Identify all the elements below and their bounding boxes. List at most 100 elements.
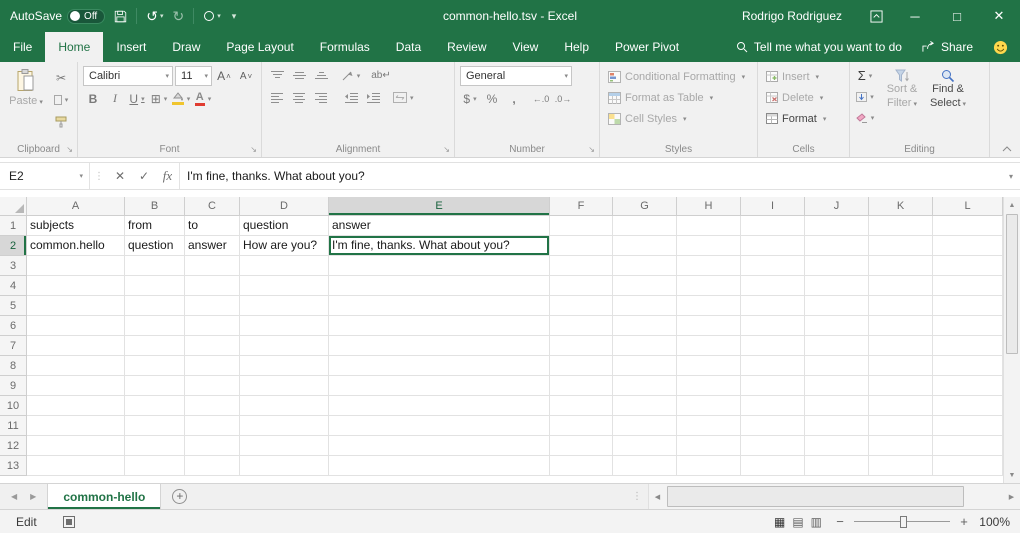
cell-F5[interactable] <box>550 296 613 316</box>
cell-D9[interactable] <box>240 376 329 396</box>
tab-review[interactable]: Review <box>434 32 499 62</box>
cell-I1[interactable] <box>741 216 805 236</box>
expand-formula-bar-icon[interactable]: ▾ <box>1002 163 1020 189</box>
cell-F9[interactable] <box>550 376 613 396</box>
customize-qat-icon[interactable]: ▾ <box>230 12 237 21</box>
zoom-slider-thumb[interactable] <box>900 516 907 528</box>
cell-L2[interactable] <box>933 236 1003 256</box>
vertical-scrollbar[interactable]: ▲ ▼ <box>1003 197 1020 483</box>
cell-I3[interactable] <box>741 256 805 276</box>
cell-G8[interactable] <box>613 356 677 376</box>
cell-J9[interactable] <box>805 376 869 396</box>
cell-A11[interactable] <box>27 416 125 436</box>
tab-data[interactable]: Data <box>383 32 434 62</box>
row-header-8[interactable]: 8 <box>0 356 27 376</box>
insert-function-button[interactable]: fx <box>156 163 180 189</box>
cell-D12[interactable] <box>240 436 329 456</box>
bottom-align-button[interactable] <box>311 66 331 85</box>
cell-J11[interactable] <box>805 416 869 436</box>
copy-button[interactable]: ▾ <box>51 90 71 109</box>
font-dialog-launcher[interactable]: ↘ <box>250 146 257 154</box>
cell-B11[interactable] <box>125 416 185 436</box>
cell-styles-button[interactable]: Cell Styles▾ <box>605 108 752 129</box>
cell-H10[interactable] <box>677 396 741 416</box>
conditional-formatting-button[interactable]: Conditional Formatting▾ <box>605 66 752 87</box>
autosum-button[interactable]: Σ▾ <box>855 66 875 85</box>
tell-me-box[interactable]: Tell me what you want to do <box>736 40 902 54</box>
column-header-F[interactable]: F <box>550 197 613 216</box>
vertical-scroll-thumb[interactable] <box>1006 214 1018 354</box>
cell-B8[interactable] <box>125 356 185 376</box>
row-header-5[interactable]: 5 <box>0 296 27 316</box>
cell-C1[interactable]: to <box>185 216 240 236</box>
row-header-6[interactable]: 6 <box>0 316 27 336</box>
column-header-J[interactable]: J <box>805 197 869 216</box>
cell-K10[interactable] <box>869 396 933 416</box>
increase-font-size-button[interactable]: A˄ <box>214 67 234 86</box>
column-header-D[interactable]: D <box>240 197 329 216</box>
cell-C8[interactable] <box>185 356 240 376</box>
cell-A1[interactable]: subjects <box>27 216 125 236</box>
tab-page-layout[interactable]: Page Layout <box>213 32 306 62</box>
previous-sheet-icon[interactable]: ◀ <box>11 492 17 501</box>
align-right-button[interactable] <box>311 88 331 107</box>
new-sheet-button[interactable]: + <box>172 484 187 509</box>
cell-G2[interactable] <box>613 236 677 256</box>
cell-F12[interactable] <box>550 436 613 456</box>
clear-button[interactable]: ▾ <box>855 108 875 127</box>
cell-J5[interactable] <box>805 296 869 316</box>
cell-A12[interactable] <box>27 436 125 456</box>
next-sheet-icon[interactable]: ▶ <box>30 492 36 501</box>
row-header-1[interactable]: 1 <box>0 216 27 236</box>
undo-icon[interactable]: ↺▾ <box>146 9 163 23</box>
row-header-13[interactable]: 13 <box>0 456 27 476</box>
cell-B12[interactable] <box>125 436 185 456</box>
row-header-11[interactable]: 11 <box>0 416 27 436</box>
zoom-out-button[interactable]: − <box>834 514 846 529</box>
cancel-entry-button[interactable]: ✕ <box>108 163 132 189</box>
cell-D1[interactable]: question <box>240 216 329 236</box>
cell-C5[interactable] <box>185 296 240 316</box>
select-all-corner[interactable] <box>0 197 27 216</box>
cell-A13[interactable] <box>27 456 125 476</box>
cell-E4[interactable] <box>329 276 550 296</box>
cell-J10[interactable] <box>805 396 869 416</box>
cell-B7[interactable] <box>125 336 185 356</box>
row-header-7[interactable]: 7 <box>0 336 27 356</box>
cell-G1[interactable] <box>613 216 677 236</box>
clipboard-dialog-launcher[interactable]: ↘ <box>66 146 73 154</box>
cell-L7[interactable] <box>933 336 1003 356</box>
cell-B1[interactable]: from <box>125 216 185 236</box>
cell-H7[interactable] <box>677 336 741 356</box>
font-size-combo[interactable]: 11▾ <box>175 66 212 86</box>
accounting-format-button[interactable]: $▾ <box>460 89 480 108</box>
cell-E5[interactable] <box>329 296 550 316</box>
cell-L13[interactable] <box>933 456 1003 476</box>
cell-I4[interactable] <box>741 276 805 296</box>
bold-button[interactable]: B <box>83 89 103 108</box>
column-header-E[interactable]: E <box>329 197 550 216</box>
cell-A8[interactable] <box>27 356 125 376</box>
cell-B2[interactable]: question <box>125 236 185 256</box>
cell-L11[interactable] <box>933 416 1003 436</box>
redo-icon[interactable]: ↻ <box>172 9 184 23</box>
align-center-button[interactable] <box>289 88 309 107</box>
tab-formulas[interactable]: Formulas <box>307 32 383 62</box>
cell-H6[interactable] <box>677 316 741 336</box>
cell-K8[interactable] <box>869 356 933 376</box>
cell-F2[interactable] <box>550 236 613 256</box>
cell-L8[interactable] <box>933 356 1003 376</box>
cell-G12[interactable] <box>613 436 677 456</box>
column-header-L[interactable]: L <box>933 197 1003 216</box>
row-header-9[interactable]: 9 <box>0 376 27 396</box>
cell-F7[interactable] <box>550 336 613 356</box>
cell-J12[interactable] <box>805 436 869 456</box>
cell-I13[interactable] <box>741 456 805 476</box>
cell-B6[interactable] <box>125 316 185 336</box>
cell-I6[interactable] <box>741 316 805 336</box>
number-dialog-launcher[interactable]: ↘ <box>588 146 595 154</box>
top-align-button[interactable] <box>267 66 287 85</box>
tab-file[interactable]: File <box>0 32 45 62</box>
cut-button[interactable]: ✂ <box>51 68 71 87</box>
cell-H11[interactable] <box>677 416 741 436</box>
